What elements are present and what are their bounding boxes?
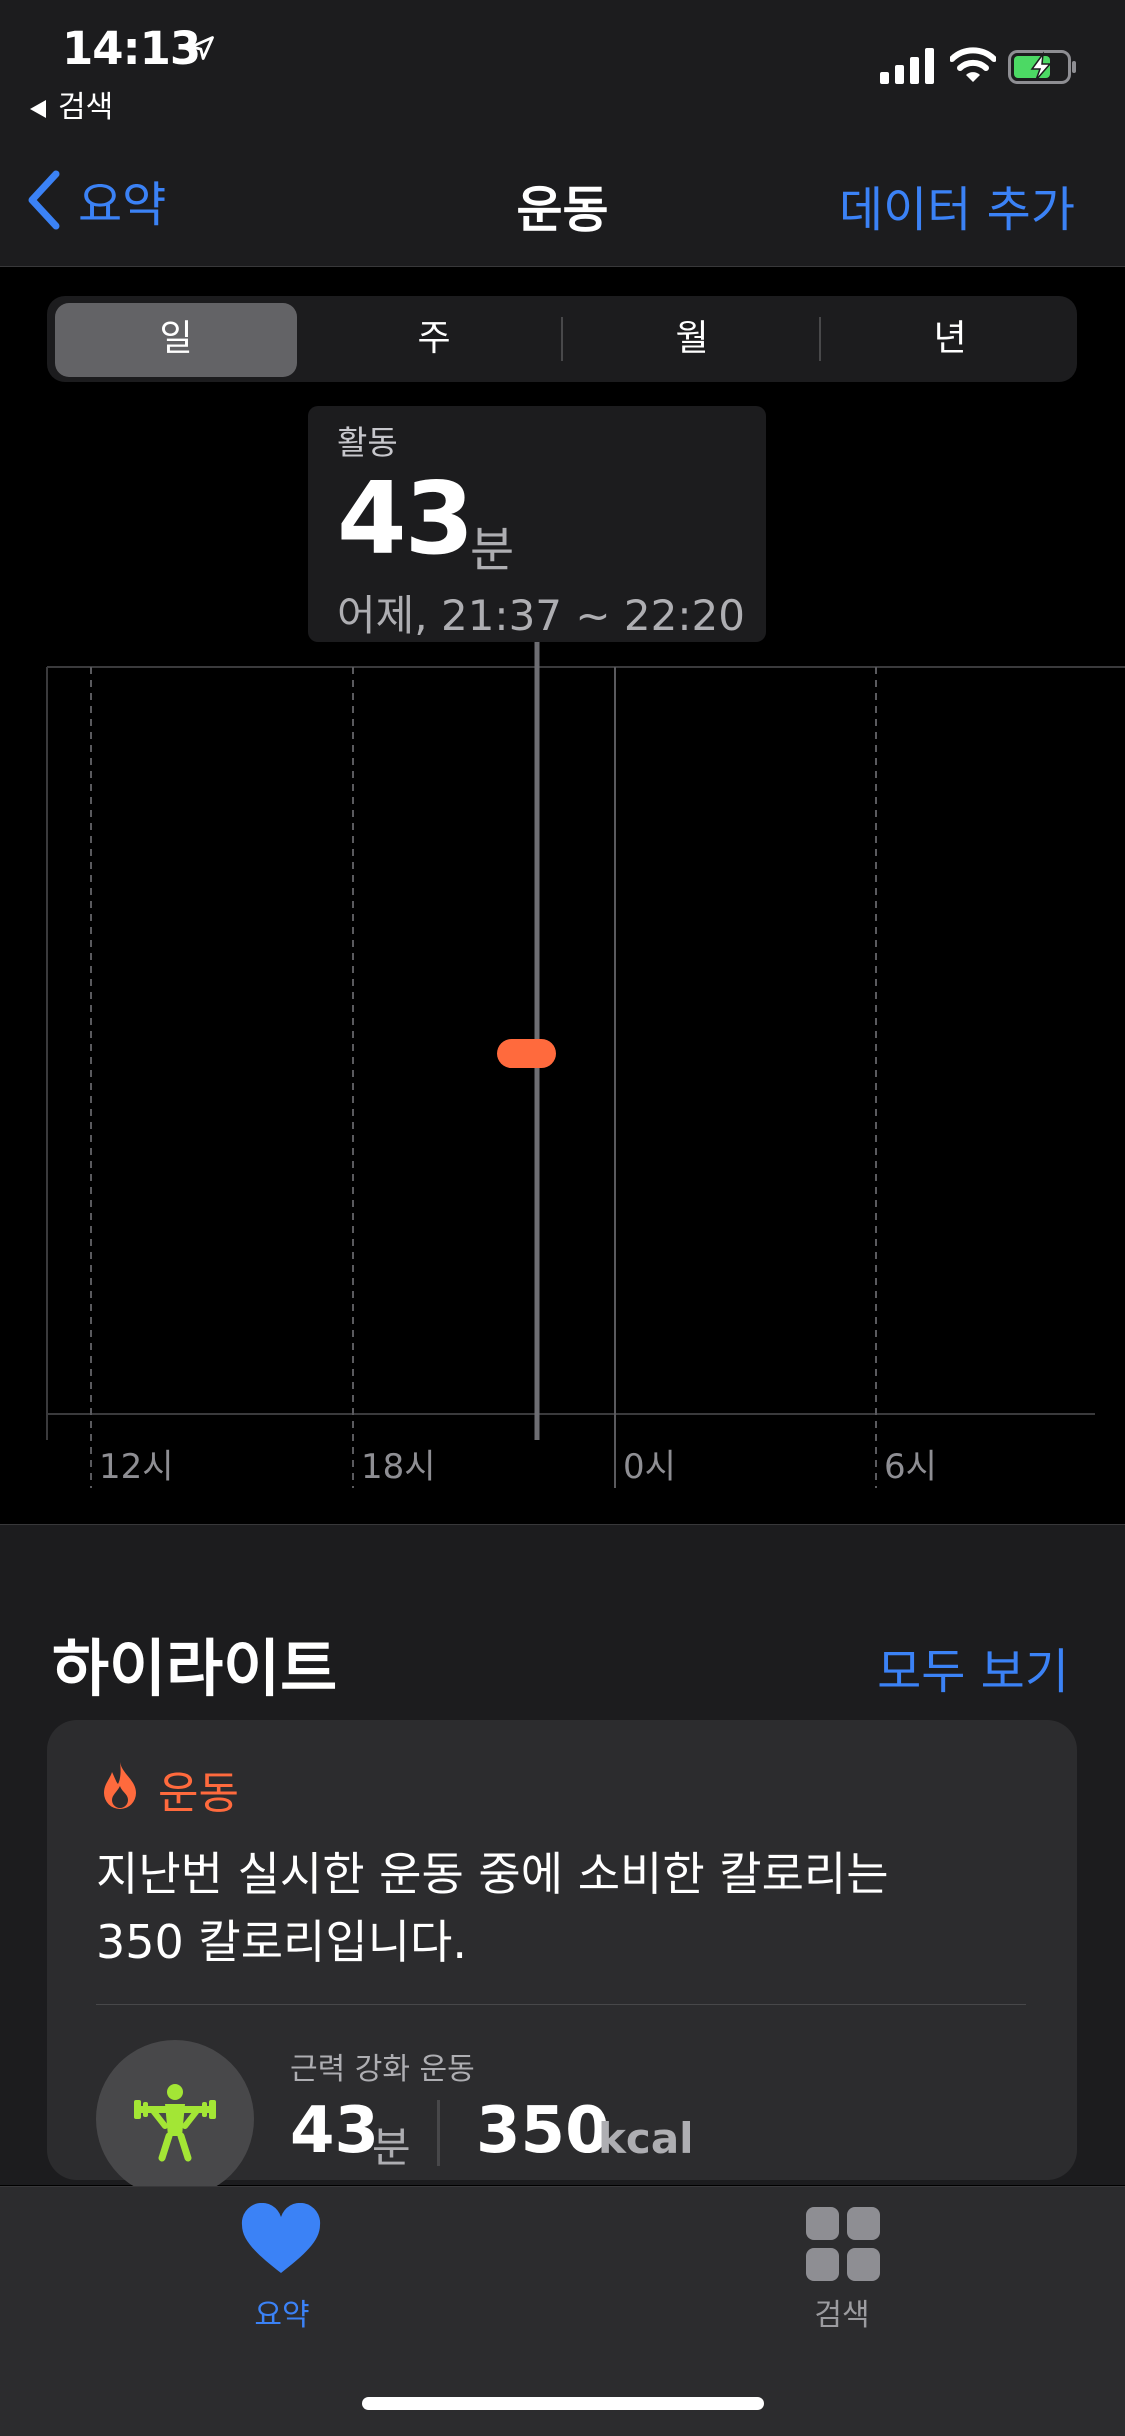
highlight-category: 운동	[158, 1768, 239, 1819]
tooltip-label: 활동	[337, 423, 398, 462]
home-indicator[interactable]	[362, 2397, 764, 2410]
workout-minutes: 43	[290, 2094, 380, 2168]
cellular-signal-icon	[880, 48, 934, 84]
weightlifter-icon	[134, 2084, 216, 2162]
segment-month[interactable]: 월	[567, 296, 817, 382]
x-tick-label: 18시	[361, 1447, 436, 1487]
heart-icon[interactable]	[240, 2203, 322, 2275]
strength-training-icon	[96, 2040, 254, 2198]
activity-data-point[interactable]	[497, 1039, 556, 1068]
tab-bar-divider	[0, 2186, 1125, 2187]
workout-calories-unit: kcal	[598, 2114, 694, 2163]
x-tick-label: 12시	[99, 1447, 174, 1487]
highlights-title: 하이라이트	[52, 1632, 338, 1705]
tooltip-unit: 분	[470, 522, 515, 578]
segment-year[interactable]: 년	[825, 296, 1075, 382]
workout-type: 근력 강화 운동	[290, 2052, 475, 2087]
header-divider	[0, 266, 1125, 267]
segment-divider	[819, 317, 821, 361]
x-tick-label: 0시	[623, 1447, 676, 1487]
back-triangle-icon	[30, 99, 46, 118]
tooltip-value: 43	[337, 460, 474, 577]
grid-icon[interactable]	[806, 2207, 880, 2281]
add-data-button[interactable]: 데이터 추가	[839, 170, 1075, 240]
back-app-label: 검색	[58, 90, 114, 125]
flame-icon	[104, 1762, 136, 1809]
metric-divider	[437, 2100, 440, 2166]
back-to-app-link[interactable]: 검색	[30, 82, 113, 126]
workout-minutes-unit: 분	[372, 2123, 411, 2172]
x-tick-label: 6시	[884, 1447, 937, 1487]
exercise-chart[interactable]: 12시 18시 0시 6시	[0, 640, 1125, 1530]
status-time: 14:13	[62, 22, 201, 75]
highlight-text: 지난번 실시한 운동 중에 소비한 칼로리는 350 칼로리입니다.	[96, 1847, 889, 1969]
battery-charging-icon	[1008, 50, 1076, 84]
wifi-icon	[950, 47, 996, 82]
workout-calories: 350	[476, 2094, 610, 2168]
card-divider	[96, 2004, 1026, 2005]
tab-summary[interactable]: 요약	[200, 2290, 364, 2334]
see-all-link[interactable]: 모두 보기	[877, 1632, 1069, 1702]
location-arrow-icon	[190, 36, 214, 60]
segment-day[interactable]: 일	[51, 296, 301, 382]
tab-browse[interactable]: 검색	[760, 2290, 924, 2334]
segment-divider	[561, 317, 563, 361]
tooltip-time-range: 어제, 21:37 ~ 22:20	[337, 591, 745, 640]
segment-week[interactable]: 주	[309, 296, 559, 382]
